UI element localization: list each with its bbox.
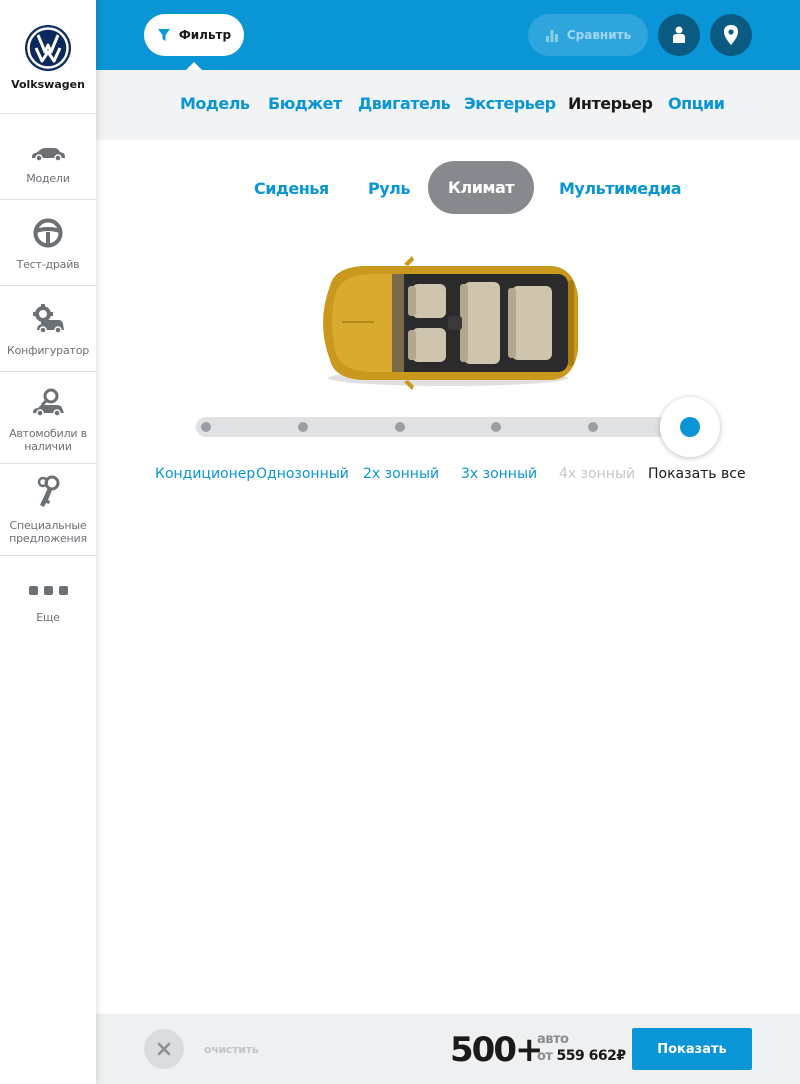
- top-bar: Фильтр Сравнить: [96, 0, 800, 70]
- car-search-icon: [33, 388, 64, 417]
- sidebar: Volkswagen Модели Тест-драйв Конфигурато…: [0, 0, 96, 1084]
- subtab-climate[interactable]: Климат: [428, 161, 534, 214]
- climate-option-ac[interactable]: Кондиционер: [155, 466, 255, 482]
- sidebar-item-label: Автомобили в наличии: [9, 427, 87, 453]
- sidebar-item-models[interactable]: Модели: [0, 114, 96, 200]
- sidebar-item-configurator[interactable]: Конфигуратор: [0, 286, 96, 372]
- category-tabs: Модель Бюджет Двигатель Экстерьер Интерь…: [96, 70, 800, 140]
- slider-stop-single-zone[interactable]: [298, 422, 308, 432]
- results-unit: авто: [537, 1032, 569, 1047]
- bottom-bar: очистить 500+ авто от 559 662₽ Показать: [96, 1014, 800, 1084]
- climate-option-2-zone[interactable]: 2х зонный: [363, 466, 439, 482]
- user-button[interactable]: [658, 14, 700, 56]
- climate-option-show-all[interactable]: Показать все: [648, 466, 746, 482]
- funnel-icon: [157, 29, 170, 41]
- compare-button[interactable]: Сравнить: [528, 14, 648, 56]
- clear-button[interactable]: [144, 1029, 184, 1069]
- sidebar-item-label: Специальные предложения: [9, 519, 87, 545]
- sidebar-item-in-stock[interactable]: Автомобили в наличии: [0, 372, 96, 464]
- clear-label[interactable]: очистить: [204, 1043, 259, 1056]
- price-prefix: от: [537, 1049, 553, 1064]
- filter-label: Фильтр: [178, 28, 232, 42]
- price-value: 559 662₽: [556, 1048, 627, 1064]
- sidebar-item-special-offers[interactable]: Специальные предложения: [0, 464, 96, 556]
- slider-stop-ac[interactable]: [201, 422, 211, 432]
- tab-options[interactable]: Опции: [668, 94, 725, 113]
- car-top-view-image: [323, 256, 578, 390]
- more-dots-icon: [28, 586, 68, 595]
- brand-name: Volkswagen: [11, 78, 85, 91]
- location-pin-icon: [724, 25, 738, 45]
- results-count: 500+: [450, 1030, 543, 1070]
- slider-stop-2-zone[interactable]: [395, 422, 405, 432]
- bar-chart-icon: [545, 30, 558, 42]
- subtab-seats[interactable]: Сиденья: [254, 179, 329, 198]
- sidebar-item-label: Тест-драйв: [16, 258, 80, 271]
- sidebar-item-label: Модели: [26, 172, 70, 185]
- climate-option-single-zone[interactable]: Однозонный: [256, 466, 349, 482]
- car-icon: [32, 148, 65, 162]
- tab-model[interactable]: Модель: [180, 94, 250, 113]
- subtab-multimedia[interactable]: Мультимедиа: [559, 179, 682, 198]
- compare-label: Сравнить: [566, 28, 632, 42]
- slider-stop-3-zone[interactable]: [491, 422, 501, 432]
- filter-button[interactable]: Фильтр: [144, 14, 244, 70]
- configurator-gear-car-icon: [33, 304, 64, 334]
- subtab-steering[interactable]: Руль: [368, 179, 411, 198]
- climate-slider-track[interactable]: [196, 417, 714, 437]
- user-icon: [673, 26, 685, 43]
- slider-stop-4-zone[interactable]: [588, 422, 598, 432]
- sidebar-item-more[interactable]: Еще: [0, 556, 96, 642]
- tab-exterior[interactable]: Экстерьер: [464, 94, 556, 113]
- keys-icon: [37, 475, 60, 507]
- climate-option-4-zone: 4х зонный: [559, 466, 636, 482]
- steering-wheel-icon: [33, 218, 63, 248]
- show-results-button[interactable]: Показать: [632, 1028, 752, 1070]
- sidebar-item-label: Конфигуратор: [6, 344, 90, 357]
- location-button[interactable]: [710, 14, 752, 56]
- tab-budget[interactable]: Бюджет: [268, 94, 342, 113]
- sidebar-item-label: Еще: [36, 611, 60, 624]
- tab-interior[interactable]: Интерьер: [568, 94, 653, 113]
- tab-engine[interactable]: Двигатель: [358, 94, 451, 113]
- sidebar-item-test-drive[interactable]: Тест-драйв: [0, 200, 96, 286]
- climate-option-3-zone[interactable]: 3х зонный: [461, 466, 537, 482]
- close-icon: [157, 1042, 171, 1056]
- price-from: от 559 662₽: [537, 1048, 626, 1064]
- vw-logo: [25, 25, 71, 71]
- slider-handle[interactable]: [660, 397, 720, 457]
- brand-logo-link[interactable]: Volkswagen: [0, 0, 96, 114]
